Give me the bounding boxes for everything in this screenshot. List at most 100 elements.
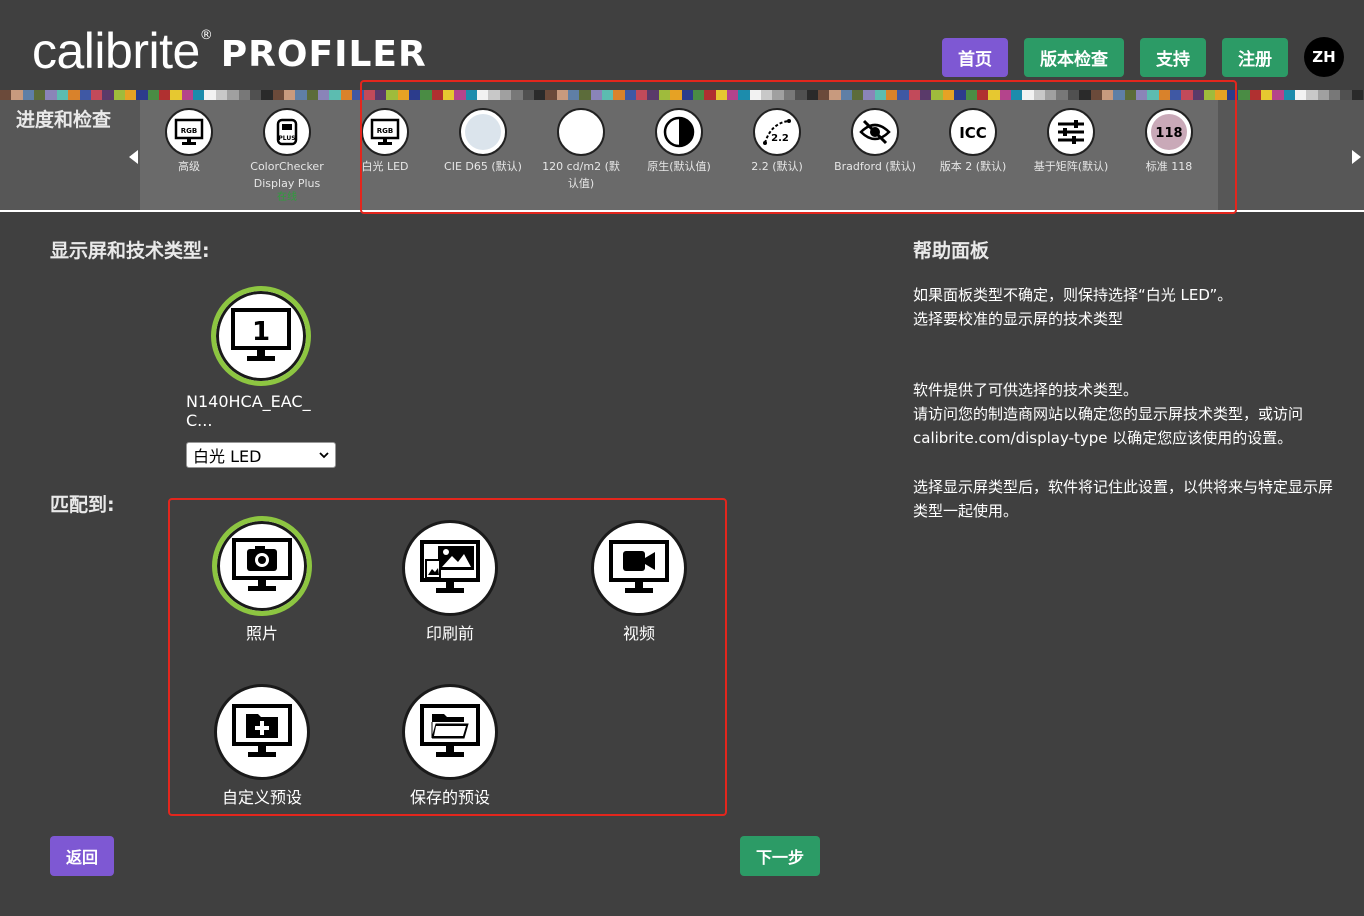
color-patch (147, 90, 160, 100)
logo-registered-mark: ® (199, 28, 213, 43)
option-custom-preset-circle[interactable] (214, 684, 310, 780)
help-text-line: 如果面板类型不确定，则保持选择“白光 LED”。 (913, 286, 1233, 304)
help-paragraph-1: 如果面板类型不确定，则保持选择“白光 LED”。 选择要校准的显示屏的技术类型 (913, 283, 1338, 331)
match-section-title: 匹配到: (50, 494, 115, 516)
option-label: 照片 (245, 624, 278, 643)
option-prepress-circle[interactable] (402, 520, 498, 616)
video-monitor-icon (609, 540, 669, 593)
scroll-left-icon[interactable] (129, 150, 138, 164)
option-video-circle[interactable] (591, 520, 687, 616)
color-patch (90, 90, 103, 100)
display-selector[interactable]: 1 (211, 286, 311, 386)
color-patch (272, 90, 284, 100)
color-patch (45, 90, 57, 100)
option-label: 印刷前 (425, 624, 474, 643)
color-patch (124, 90, 137, 100)
calibrite-logo: calibrite ® PROFILER (32, 24, 427, 78)
color-patch (1351, 90, 1364, 100)
color-patch (318, 90, 330, 100)
version-check-button[interactable]: 版本检查 (1024, 37, 1124, 77)
display-name: N140HCA_EAC_ C... (186, 392, 311, 430)
highlight-box-progress (360, 80, 1237, 214)
option-label: 视频 (622, 624, 655, 643)
color-patch (227, 90, 239, 100)
color-patch (193, 90, 205, 100)
progress-step-advanced[interactable]: RGB 高级 (140, 100, 238, 210)
home-button[interactable]: 首页 (942, 37, 1008, 77)
help-text-line: calibrite.com/display-type 以确定您应该使用的设置。 (913, 429, 1293, 447)
color-patch (340, 90, 353, 100)
rgb-monitor-icon: RGB (165, 108, 213, 156)
color-patch (261, 90, 273, 100)
logo-product-name: PROFILER (220, 34, 427, 75)
color-patch (68, 90, 80, 100)
folder-plus-monitor-icon (232, 704, 292, 757)
color-patch (215, 90, 228, 100)
help-text-line: 请访问您的制造商网站以确定您的显示屏技术类型，或访问 (913, 405, 1304, 423)
option-prepress[interactable]: 印刷前 (390, 520, 510, 644)
chevron-down-icon (319, 452, 329, 459)
option-label: 自定义预设 (221, 788, 302, 807)
display-section-title: 显示屏和技术类型: (50, 240, 210, 262)
color-patch (56, 90, 69, 100)
help-text-line: 软件提供了可供选择的技术类型。 (913, 381, 1139, 399)
numbered-monitor-icon: 1 (231, 308, 291, 361)
step-label: 高级 (178, 160, 200, 173)
help-panel-title: 帮助面板 (913, 240, 990, 262)
color-patch (204, 90, 216, 100)
progress-step-device[interactable]: PLUS ColorChecker Display Plus 在线 (238, 100, 336, 210)
option-custom-preset[interactable]: 自定义预设 (202, 684, 322, 808)
plus-device-icon: PLUS (263, 108, 311, 156)
back-button[interactable]: 返回 (50, 836, 114, 876)
color-patch (1272, 90, 1284, 100)
color-patch (1306, 90, 1318, 100)
option-saved-preset[interactable]: 保存的预设 (390, 684, 510, 808)
color-patch (170, 90, 182, 100)
option-photo-circle[interactable] (212, 516, 312, 616)
device-status: 在线 (277, 192, 297, 203)
color-patch (329, 90, 341, 100)
support-button[interactable]: 支持 (1140, 37, 1206, 77)
color-patch (102, 90, 114, 100)
color-patch (11, 90, 23, 100)
camera-monitor-icon (232, 538, 292, 591)
color-patch (1249, 90, 1261, 100)
language-button[interactable]: ZH (1304, 37, 1344, 77)
image-monitor-icon (420, 540, 480, 593)
option-photo[interactable]: 照片 (202, 516, 322, 644)
display-item: 1 N140HCA_EAC_ C... 白光 LED (186, 286, 336, 468)
color-patch (1294, 90, 1307, 100)
next-button[interactable]: 下一步 (740, 836, 820, 876)
option-video[interactable]: 视频 (579, 520, 699, 644)
display-type-select[interactable]: 白光 LED (186, 442, 336, 468)
folder-open-monitor-icon (420, 704, 480, 757)
top-navigation: 首页 版本检查 支持 注册 ZH (926, 37, 1344, 77)
help-text-line: 选择显示屏类型后，软件将记住此设置，以供将来与特定显示屏类型一起使用。 (913, 478, 1334, 520)
color-patch (295, 90, 307, 100)
display-type-value: 白光 LED (193, 447, 262, 466)
help-paragraph-3: 选择显示屏类型后，软件将记住此设置，以供将来与特定显示屏类型一起使用。 (913, 475, 1338, 523)
color-patch (159, 90, 171, 100)
color-patch (0, 90, 12, 100)
color-patch (181, 90, 194, 100)
color-patch (1329, 90, 1341, 100)
option-label: 保存的预设 (409, 788, 490, 807)
logo-text: calibrite (32, 23, 200, 79)
svg-text:PLUS: PLUS (278, 135, 295, 142)
color-patch (1238, 90, 1250, 100)
color-patch (79, 90, 91, 100)
option-saved-preset-circle[interactable] (402, 684, 498, 780)
scroll-right-icon[interactable] (1352, 150, 1361, 164)
help-text-line: 选择要校准的显示屏的技术类型 (913, 310, 1124, 328)
color-patch (113, 90, 125, 100)
color-patch (238, 90, 250, 100)
color-patch (1317, 90, 1330, 100)
color-patch (1260, 90, 1273, 100)
register-button[interactable]: 注册 (1222, 37, 1288, 77)
color-patch (249, 90, 262, 100)
color-patch (136, 90, 148, 100)
color-patch (22, 90, 35, 100)
color-patch (1283, 90, 1295, 100)
svg-text:RGB: RGB (181, 127, 197, 135)
color-patch (34, 90, 46, 100)
